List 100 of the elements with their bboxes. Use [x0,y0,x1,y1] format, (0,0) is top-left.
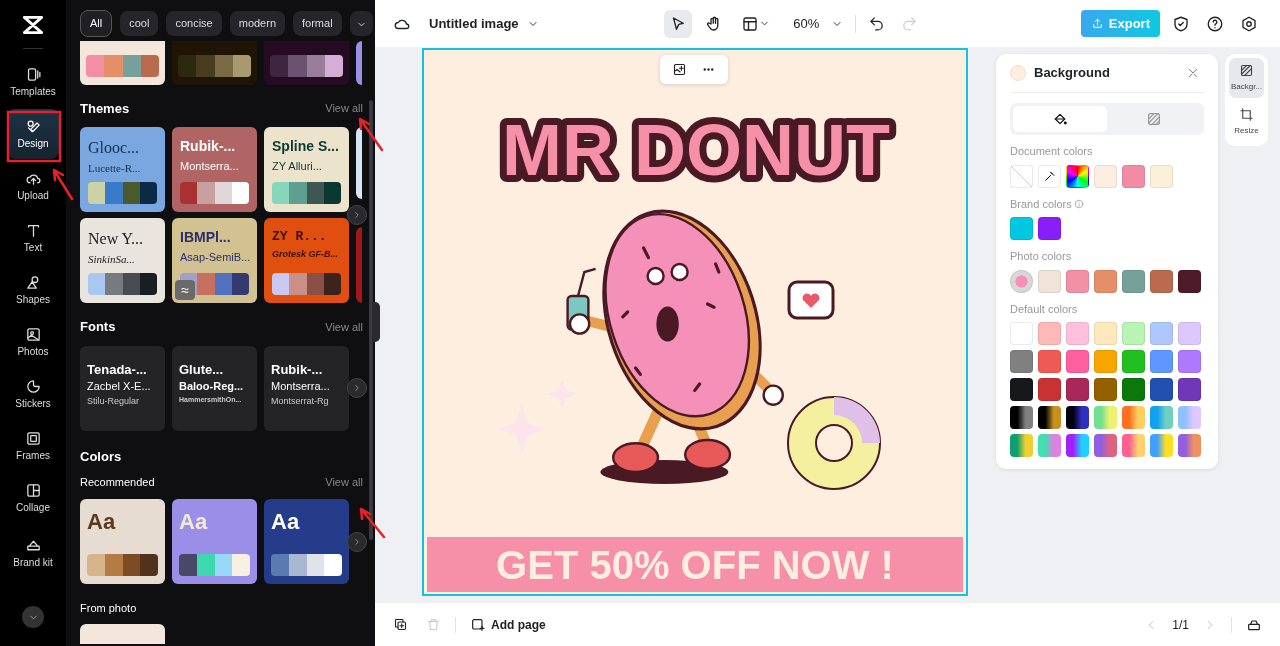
color-swatch[interactable] [1150,269,1173,293]
theme-card[interactable]: Rubik-... Montserra... [172,127,257,212]
sidebar-item[interactable]: Frames [7,421,59,471]
gradient-swatch[interactable] [1178,434,1201,457]
promo-banner: GET 50% OFF NOW ! [427,537,963,592]
color-palette-card[interactable]: Aa [80,498,165,584]
canvas-tool-button[interactable] [664,9,693,38]
gradient-swatch[interactable] [1094,406,1117,429]
font-card[interactable]: Tenada-... Zacbel X-E... Stilu-Regular [80,345,165,431]
theme-card[interactable]: ZY R... Grotesk GF-B... [264,218,349,303]
filter-chip[interactable]: formal [293,11,342,36]
theme-card[interactable]: IBMPl... Asap-SemiB... ≈ [172,218,257,303]
color-swatch[interactable] [1122,378,1145,401]
color-swatch[interactable] [1122,164,1145,188]
color-swatch[interactable] [1122,322,1145,345]
view-all-link[interactable]: View all [325,474,363,491]
color-spectrum-swatch[interactable] [1066,164,1089,188]
sidebar-item[interactable]: Shapes [7,265,59,315]
color-swatch[interactable] [1094,164,1117,188]
color-swatch[interactable] [1094,350,1117,373]
gradient-swatch[interactable] [1010,406,1033,429]
document-title-button[interactable]: Untitled image [425,9,543,38]
sidebar-item[interactable]: Upload [7,161,59,211]
color-swatch[interactable] [1038,350,1061,373]
fill-type-tab[interactable] [1013,106,1107,132]
color-swatch[interactable] [1010,378,1033,401]
section-heading: From photo [80,600,138,616]
scrollbar[interactable] [369,100,373,540]
color-swatch[interactable] [1066,378,1089,401]
color-swatch[interactable] [1122,350,1145,373]
gradient-swatch[interactable] [1122,434,1145,457]
color-swatch[interactable] [1178,269,1201,293]
pattern-icon [1239,63,1254,78]
expand-button[interactable] [22,606,44,628]
color-swatch[interactable] [1122,269,1145,293]
palette-card[interactable] [264,40,349,85]
filter-chip[interactable]: All [80,10,113,37]
color-swatch[interactable] [1178,378,1201,401]
color-swatch[interactable] [1066,269,1089,293]
color-swatch[interactable] [1010,350,1033,373]
zoom-dropdown[interactable]: 60% [789,9,848,38]
sidebar-item[interactable]: Templates [7,57,59,107]
add-page-button[interactable]: Add page [466,611,550,638]
image-icon [672,62,687,77]
sidebar-item[interactable]: Design [7,109,59,159]
more-filters-button[interactable] [349,11,373,36]
gradient-swatch[interactable] [1150,434,1173,457]
color-swatch[interactable] [1178,322,1201,345]
gradient-swatch[interactable] [1094,434,1117,457]
photo-thumbnail[interactable] [1010,269,1033,293]
color-swatch[interactable] [1178,350,1201,373]
color-swatch[interactable] [1038,269,1061,293]
gradient-swatch[interactable] [1178,406,1201,429]
sidebar-item[interactable]: Brand kit [7,525,59,581]
color-swatch[interactable] [1066,322,1089,345]
collapse-handle[interactable] [372,302,380,342]
gradient-swatch[interactable] [1038,406,1061,429]
theme-card[interactable]: Spline S... ZY Alluri... [264,127,349,212]
color-swatch[interactable] [1150,350,1173,373]
gradient-swatch[interactable] [1066,406,1089,429]
sample-text: Aa [271,510,301,533]
sidebar-item[interactable]: Text [7,213,59,263]
sidebar-item[interactable]: Stickers [7,369,59,419]
view-all-link[interactable]: View all [325,100,363,117]
no-color-swatch[interactable] [1010,164,1033,188]
side-tool-button[interactable]: Backgr... [1229,58,1264,98]
color-swatch[interactable] [1150,378,1173,401]
gradient-swatch[interactable] [1038,434,1061,457]
font-card[interactable]: Rubik-... Montserra... Montserrat-Rg [264,345,349,431]
theme-card[interactable]: New Y... SinkinSa... [80,218,165,303]
filter-chip[interactable]: modern [229,11,285,36]
gradient-swatch[interactable] [1150,406,1173,429]
side-tool-button[interactable]: Resize [1229,102,1264,142]
theme-card[interactable]: Glooc... Lucette-R... [80,127,165,212]
palette-card[interactable] [172,40,257,85]
gradient-swatch[interactable] [1010,434,1033,457]
sidebar-item[interactable]: Photos [7,317,59,367]
color-swatch[interactable] [1150,322,1173,345]
eyedropper-button[interactable] [1038,164,1061,188]
scroll-right-button[interactable] [347,205,367,225]
gradient-swatch[interactable] [1066,434,1089,457]
color-swatch[interactable] [1150,164,1173,188]
color-palette-card[interactable]: Aa [264,498,349,584]
color-swatch[interactable] [1094,378,1117,401]
color-swatch[interactable] [1066,350,1089,373]
theme-card[interactable] [356,127,362,199]
color-swatch[interactable] [1038,217,1061,240]
color-swatch[interactable] [1038,378,1061,401]
color-swatch[interactable] [1038,322,1061,345]
palette-card[interactable] [80,40,165,85]
color-swatch[interactable] [1094,322,1117,345]
gradient-swatch[interactable] [1122,406,1145,429]
color-swatch[interactable] [1094,269,1117,293]
duplicate-icon [393,617,408,632]
filter-chip[interactable]: concise [166,11,222,36]
sidebar-item[interactable]: Collage [7,473,59,523]
palette-card[interactable] [356,40,362,85]
filter-chip[interactable]: cool [120,11,159,36]
color-swatch[interactable] [1010,217,1033,240]
view-all-link[interactable]: View all [325,318,363,335]
